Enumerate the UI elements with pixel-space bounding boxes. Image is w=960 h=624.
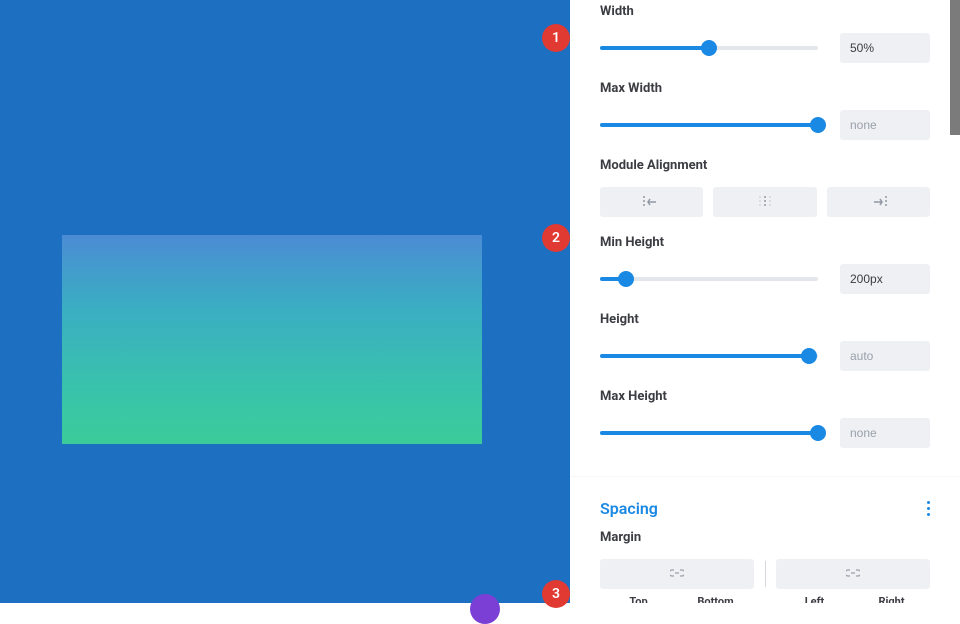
align-right-icon bbox=[868, 195, 888, 209]
label-margin-top: Top bbox=[600, 595, 677, 603]
link-icon bbox=[846, 567, 860, 582]
input-height[interactable] bbox=[840, 341, 930, 371]
label-min-height: Min Height bbox=[600, 235, 930, 250]
input-margin-left[interactable] bbox=[776, 559, 846, 589]
slider-min-height[interactable] bbox=[600, 271, 818, 287]
align-center-button[interactable] bbox=[713, 187, 816, 217]
input-margin-right[interactable] bbox=[860, 559, 930, 589]
slider-max-height[interactable] bbox=[600, 425, 818, 441]
input-margin-top[interactable] bbox=[600, 559, 670, 589]
slider-thumb[interactable] bbox=[701, 40, 717, 56]
link-margin-tb-button[interactable] bbox=[670, 559, 684, 589]
section-options-button[interactable] bbox=[927, 501, 930, 516]
slider-thumb[interactable] bbox=[618, 271, 634, 287]
floating-action-peek[interactable] bbox=[470, 594, 500, 624]
slider-thumb[interactable] bbox=[810, 117, 826, 133]
field-margin: Margin bbox=[600, 530, 930, 603]
settings-panel: Width Max Width Module Alignment bbox=[570, 0, 960, 603]
align-left-icon bbox=[642, 195, 662, 209]
annotation-3: 3 bbox=[542, 580, 570, 608]
field-width: Width bbox=[600, 0, 930, 63]
label-margin-bottom: Bottom bbox=[677, 595, 754, 603]
preview-canvas bbox=[0, 0, 570, 603]
slider-width[interactable] bbox=[600, 40, 818, 56]
field-module-alignment: Module Alignment bbox=[600, 158, 930, 217]
slider-height[interactable] bbox=[600, 348, 818, 364]
slider-max-width[interactable] bbox=[600, 117, 818, 133]
kebab-icon bbox=[927, 501, 930, 516]
label-margin: Margin bbox=[600, 530, 930, 545]
field-max-height: Max Height bbox=[600, 389, 930, 448]
field-height: Height bbox=[600, 312, 930, 371]
label-max-width: Max Width bbox=[600, 81, 930, 96]
input-margin-bottom[interactable] bbox=[684, 559, 754, 589]
input-width[interactable] bbox=[840, 33, 930, 63]
section-spacing-header: Spacing bbox=[600, 499, 930, 518]
label-margin-right: Right bbox=[853, 595, 930, 603]
field-min-height: Min Height bbox=[600, 235, 930, 294]
align-center-icon bbox=[755, 195, 775, 209]
label-module-alignment: Module Alignment bbox=[600, 158, 930, 173]
scrollbar-thumb[interactable] bbox=[950, 0, 960, 135]
link-icon bbox=[670, 567, 684, 582]
field-max-width: Max Width bbox=[600, 81, 930, 140]
preview-module[interactable] bbox=[62, 235, 482, 444]
input-max-height[interactable] bbox=[840, 418, 930, 448]
label-height: Height bbox=[600, 312, 930, 327]
input-max-width[interactable] bbox=[840, 110, 930, 140]
section-title-spacing[interactable]: Spacing bbox=[600, 499, 658, 518]
label-width: Width bbox=[600, 4, 930, 19]
link-margin-lr-button[interactable] bbox=[846, 559, 860, 589]
align-left-button[interactable] bbox=[600, 187, 703, 217]
annotation-1: 1 bbox=[542, 24, 570, 52]
annotation-2: 2 bbox=[542, 224, 570, 252]
slider-thumb[interactable] bbox=[801, 348, 817, 364]
align-right-button[interactable] bbox=[827, 187, 930, 217]
slider-thumb[interactable] bbox=[810, 425, 826, 441]
label-margin-left: Left bbox=[776, 595, 853, 603]
input-min-height[interactable] bbox=[840, 264, 930, 294]
label-max-height: Max Height bbox=[600, 389, 930, 404]
